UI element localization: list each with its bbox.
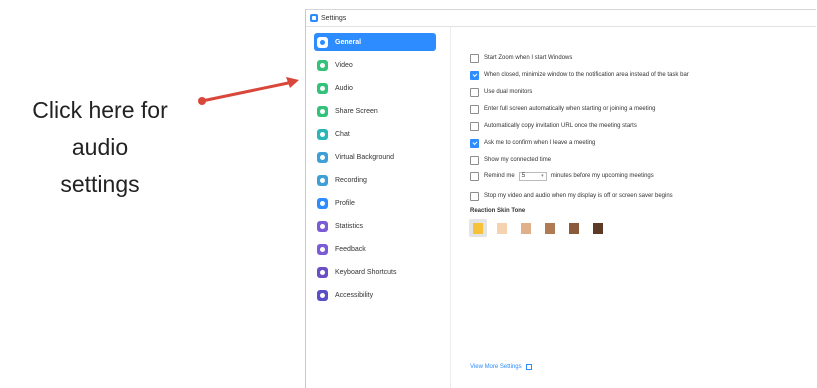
reminder-prefix: Remind me: [484, 173, 515, 179]
arrow-shaft: [201, 80, 294, 103]
external-link-icon: [525, 364, 532, 370]
sidebar-item-audio[interactable]: Audio: [314, 79, 436, 97]
sidebar-item-feedback[interactable]: Feedback: [314, 240, 436, 258]
skin-tone-option[interactable]: [541, 219, 559, 237]
sidebar-item-keyboard-shortcuts[interactable]: Keyboard Shortcuts: [314, 263, 436, 281]
sidebar-item-share-screen[interactable]: Share Screen: [314, 102, 436, 120]
skin-tone-option[interactable]: [565, 219, 583, 237]
reminder-minutes-select[interactable]: 5 ▾: [518, 171, 547, 181]
annotation-line: audio: [71, 134, 129, 160]
option-stop-video-audio[interactable]: Stop my video and audio when my display …: [470, 190, 673, 202]
sidebar-item-label: Statistics: [335, 222, 364, 230]
keyboard-icon: [317, 266, 328, 278]
window-title: Settings: [321, 14, 347, 22]
option-label: Enter full screen automatically when sta…: [484, 106, 656, 112]
zoom-app-icon: [310, 14, 318, 22]
sidebar-item-virtual-background[interactable]: Virtual Background: [314, 148, 436, 166]
gear-icon: [317, 36, 328, 48]
option-remind-me[interactable]: Remind me 5 ▾ minutes before my upcoming…: [470, 170, 654, 182]
annotation-arrow: [198, 77, 299, 105]
thumbs-up-icon: [473, 222, 483, 234]
thumbs-up-icon: [593, 222, 603, 234]
option-label: Stop my video and audio when my display …: [484, 193, 673, 199]
chevron-down-icon: ▾: [541, 173, 544, 179]
skin-tone-option[interactable]: [517, 219, 535, 237]
video-icon: [317, 59, 328, 71]
reaction-skin-tone-title: Reaction Skin Tone: [470, 208, 526, 214]
annotation-line: settings: [60, 171, 140, 197]
sidebar-item-label: Video: [335, 61, 353, 69]
thumbs-up-icon: [497, 222, 507, 234]
option-label: Start Zoom when I start Windows: [484, 55, 573, 61]
checkbox[interactable]: [470, 138, 479, 148]
sidebar-item-label: Share Screen: [335, 107, 378, 115]
reminder-value: 5: [521, 173, 526, 179]
option-label: Ask me to confirm when I leave a meeting: [484, 140, 596, 146]
option-copy-invitation-url[interactable]: Automatically copy invitation URL once t…: [470, 120, 637, 132]
view-more-label: View More Settings: [470, 364, 522, 370]
recording-icon: [317, 174, 328, 186]
sidebar-item-statistics[interactable]: Statistics: [314, 217, 436, 235]
feedback-icon: [317, 243, 328, 255]
title-bar: Settings: [306, 10, 816, 27]
checkbox[interactable]: [470, 87, 479, 97]
option-full-screen[interactable]: Enter full screen automatically when sta…: [470, 103, 655, 115]
skin-tone-option[interactable]: [493, 219, 511, 237]
sidebar-item-recording[interactable]: Recording: [314, 171, 436, 189]
share-screen-icon: [317, 105, 328, 117]
accessibility-icon: [317, 289, 328, 301]
general-settings-panel: Start Zoom when I start Windows When clo…: [466, 27, 806, 387]
checkbox[interactable]: [470, 155, 479, 165]
sidebar-item-label: Chat: [335, 130, 350, 138]
option-confirm-leave[interactable]: Ask me to confirm when I leave a meeting: [470, 137, 595, 149]
profile-icon: [317, 197, 328, 209]
sidebar-item-chat[interactable]: Chat: [314, 125, 436, 143]
sidebar-item-profile[interactable]: Profile: [314, 194, 436, 212]
sidebar-item-label: Accessibility: [335, 291, 374, 299]
headphones-icon: [317, 82, 328, 94]
checkbox[interactable]: [470, 121, 479, 131]
sidebar-item-label: Recording: [335, 176, 367, 184]
thumbs-up-icon: [545, 222, 555, 234]
option-dual-monitors[interactable]: Use dual monitors: [470, 86, 532, 98]
checkbox[interactable]: [470, 171, 479, 181]
sidebar-item-label: Keyboard Shortcuts: [335, 268, 397, 276]
skin-tone-picker: [469, 219, 613, 237]
checkbox[interactable]: [470, 53, 479, 63]
thumbs-up-icon: [569, 222, 579, 234]
settings-window: Settings General Video Audio Share Scree…: [305, 9, 816, 388]
sidebar-item-video[interactable]: Video: [314, 56, 436, 74]
virtual-background-icon: [317, 151, 328, 163]
annotation-text: Click here for audio settings: [0, 92, 200, 203]
checkbox[interactable]: [470, 191, 479, 201]
option-label: When closed, minimize window to the noti…: [484, 72, 689, 78]
settings-sidebar: General Video Audio Share Screen Chat Vi…: [306, 27, 451, 388]
option-minimize-to-notification[interactable]: When closed, minimize window to the noti…: [470, 69, 689, 81]
option-show-connected-time[interactable]: Show my connected time: [470, 154, 551, 166]
skin-tone-option[interactable]: [589, 219, 607, 237]
sidebar-item-label: Virtual Background: [335, 153, 395, 161]
option-label: Show my connected time: [484, 157, 552, 163]
sidebar-item-label: Profile: [335, 199, 355, 207]
annotation-line: Click here for: [32, 97, 168, 123]
sidebar-item-general[interactable]: General: [314, 33, 436, 51]
view-more-settings-link[interactable]: View More Settings: [470, 364, 532, 370]
checkbox[interactable]: [470, 104, 479, 114]
sidebar-item-label: General: [335, 38, 362, 46]
option-start-zoom[interactable]: Start Zoom when I start Windows: [470, 52, 572, 64]
chat-icon: [317, 128, 328, 140]
thumbs-up-icon: [521, 222, 531, 234]
option-label: Automatically copy invitation URL once t…: [484, 123, 637, 129]
option-label: Use dual monitors: [484, 89, 533, 95]
skin-tone-option[interactable]: [469, 219, 487, 237]
sidebar-item-accessibility[interactable]: Accessibility: [314, 286, 436, 304]
statistics-icon: [317, 220, 328, 232]
sidebar-item-label: Audio: [335, 84, 353, 92]
reminder-suffix: minutes before my upcoming meetings: [550, 173, 654, 179]
sidebar-item-label: Feedback: [335, 245, 366, 253]
checkbox[interactable]: [470, 70, 479, 80]
